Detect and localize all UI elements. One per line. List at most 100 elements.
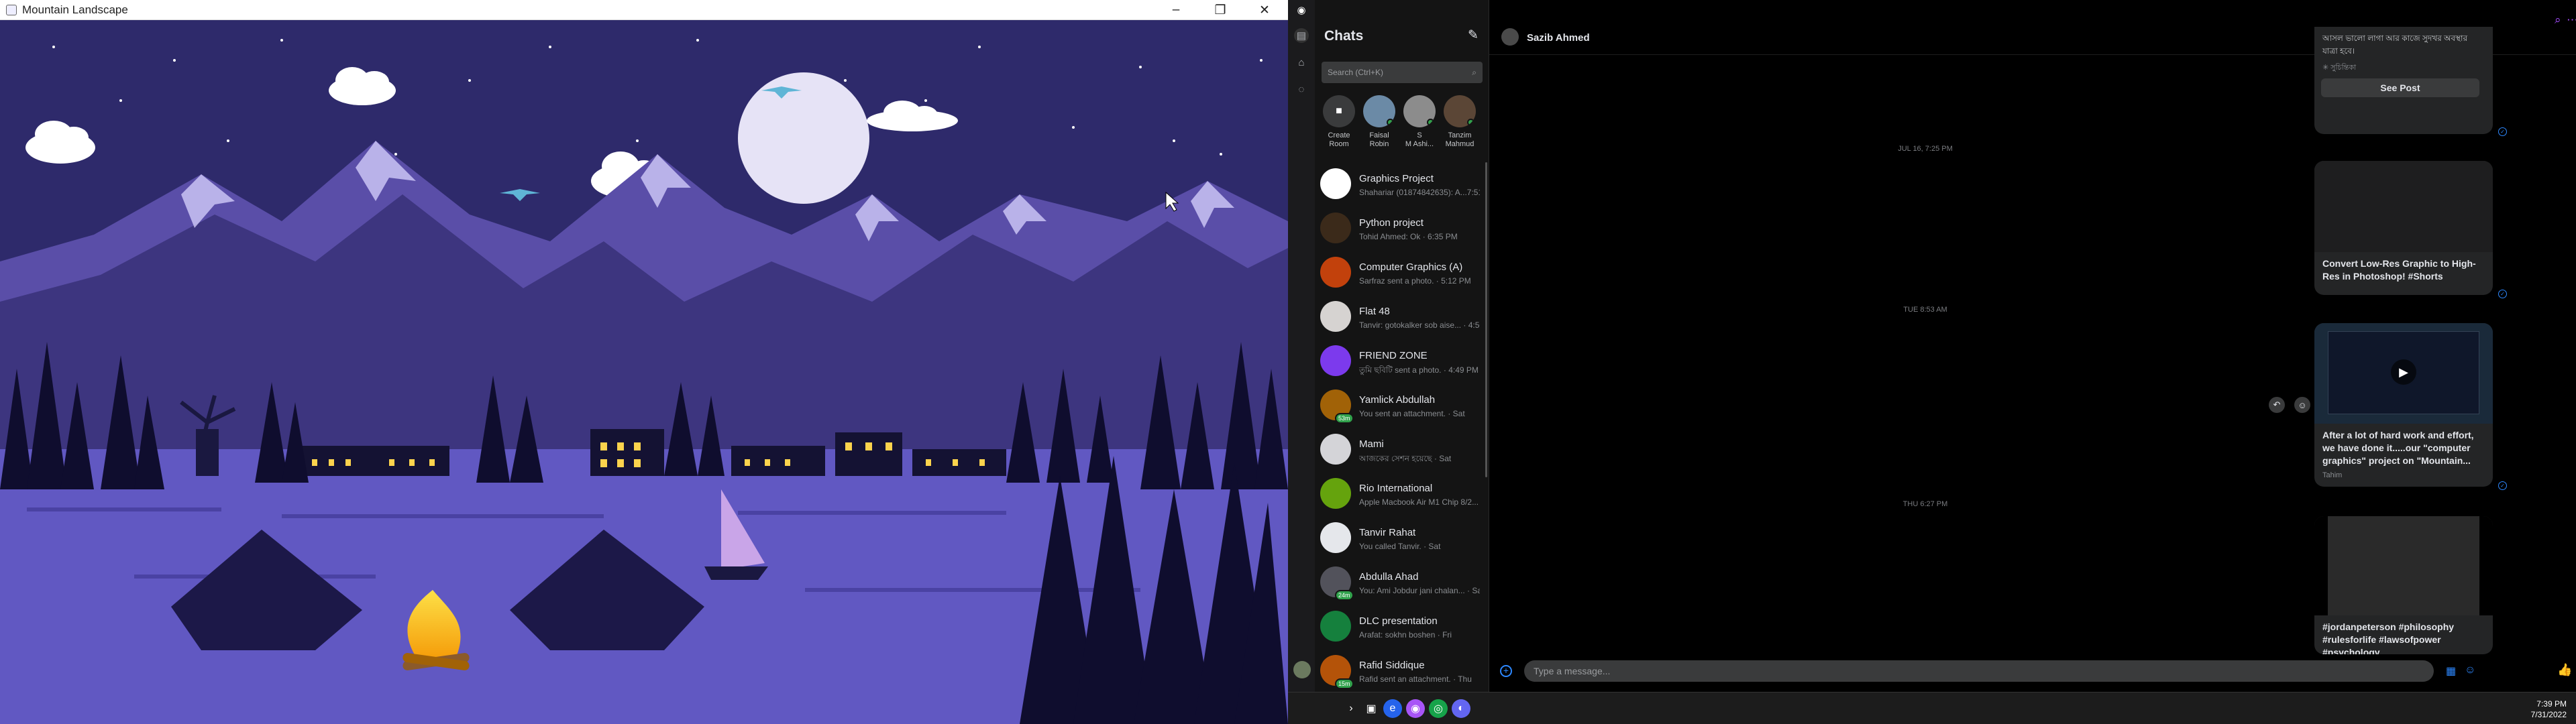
conversation-item[interactable]: DLC presentation Arafat: sokhn boshen · F… bbox=[1315, 605, 1488, 648]
clock[interactable]: 7:39 PM 7/31/2022 bbox=[2531, 699, 2567, 720]
mountain-landscape-window: Mountain Landscape – ❐ ✕ bbox=[0, 0, 1288, 724]
avatar bbox=[1444, 95, 1476, 127]
edge-browser-icon[interactable]: e bbox=[1383, 699, 1402, 718]
conversation-name: Tanvir Rahat bbox=[1359, 527, 1416, 538]
file-explorer-icon[interactable]: ▣ bbox=[1362, 699, 1381, 718]
discord-icon[interactable]: ◐ bbox=[1452, 699, 1470, 718]
video-message-bubble[interactable]: Convert Low-Res Graphic to High-Res in P… bbox=[2314, 161, 2493, 295]
conversation-item[interactable]: Computer Graphics (A) Sarfraz sent a phot… bbox=[1315, 251, 1488, 294]
clock-time: 7:39 PM bbox=[2536, 699, 2567, 709]
video-message-bubble[interactable]: #jordanpeterson #philosophy #rulesforlif… bbox=[2314, 516, 2493, 654]
scrollbar[interactable] bbox=[1485, 162, 1487, 477]
plus-icon[interactable]: + bbox=[1500, 665, 1512, 677]
conversation-preview: You: Ami Jobdur jani chalan... · Sat bbox=[1359, 586, 1480, 595]
conversation-item[interactable]: Abdulla Ahad You: Ami Jobdur jani chalan.… bbox=[1315, 560, 1488, 603]
sticker-icon[interactable]: ▦ bbox=[2446, 664, 2456, 678]
clock-date: 7/31/2022 bbox=[2530, 710, 2567, 719]
conversation-item[interactable]: Mami আজকের সেশন হয়েছে · Sat bbox=[1315, 428, 1488, 471]
avatar bbox=[1320, 478, 1351, 509]
messenger-app: ◉ ▤ ⌂ ◌ Chats ✎ ⌕ ■ Create Room Faisal R… bbox=[1288, 0, 2576, 724]
conversation-preview: Sarfraz sent a photo. · 5:12 PM bbox=[1359, 276, 1471, 286]
like-icon[interactable]: 👍 bbox=[2557, 663, 2572, 677]
conversation-item[interactable]: Yamlick Abdullah You sent an attachment. … bbox=[1315, 383, 1488, 426]
story-item[interactable]: Tanzim Mahmud bbox=[1444, 95, 1476, 149]
shared-post-bubble[interactable]: আসল ভালো লাগা আর কাজে সুদখর অবস্থার যাত্… bbox=[2314, 27, 2493, 134]
landscape-canvas bbox=[0, 20, 1288, 724]
person-thumbnail bbox=[2328, 516, 2479, 615]
conversation-name: Flat 48 bbox=[1359, 306, 1390, 317]
conversation-item[interactable]: Flat 48 Tanvir: gotokalker sob aise... · … bbox=[1315, 295, 1488, 338]
chrome-icon[interactable]: ◎ bbox=[1429, 699, 1448, 718]
conversation-name: FRIEND ZONE bbox=[1359, 350, 1428, 361]
avatar bbox=[1320, 345, 1351, 376]
minimize-button[interactable]: – bbox=[1155, 0, 1197, 20]
emoji-icon[interactable]: ☺ bbox=[2294, 397, 2310, 413]
taskbar: › ▣ e ◉ ◎ ◐ 7:39 PM 7/31/2022 bbox=[1288, 692, 2576, 724]
conversation-preview: Shahariar (01874842635): A...7:51 PM bbox=[1359, 188, 1480, 197]
moon bbox=[738, 72, 869, 204]
conversation-name: Computer Graphics (A) bbox=[1359, 261, 1463, 273]
conversation-item[interactable]: Graphics Project Shahariar (01874842635):… bbox=[1315, 162, 1488, 205]
chat-bubble-icon[interactable]: ◌ bbox=[1294, 82, 1309, 97]
video-caption: #jordanpeterson #philosophy #rulesforlif… bbox=[2322, 621, 2455, 654]
story-name: Tanzim Mahmud bbox=[1445, 131, 1474, 148]
story-name: S M Ashi... bbox=[1405, 131, 1434, 148]
story-create-room[interactable]: ■ Create Room bbox=[1323, 95, 1355, 149]
chats-title: Chats bbox=[1324, 28, 1364, 44]
conversation-preview: Rafid sent an attachment. · Thu bbox=[1359, 674, 1472, 684]
story-name: Create Room bbox=[1328, 131, 1350, 148]
conversation-preview: Arafat: sokhn boshen · Fri bbox=[1359, 630, 1452, 640]
my-avatar[interactable] bbox=[1293, 661, 1311, 678]
avatar[interactable] bbox=[1501, 28, 1519, 46]
close-button[interactable]: ✕ bbox=[1244, 0, 1285, 20]
emoji-icon[interactable]: ☺ bbox=[2465, 664, 2475, 676]
window-titlebar[interactable]: Mountain Landscape – ❐ ✕ bbox=[0, 0, 1288, 20]
active-stories: ■ Create Room Faisal Robin S M Ashi... T… bbox=[1315, 95, 1489, 157]
maximize-button[interactable]: ❐ bbox=[1199, 0, 1241, 20]
avatar bbox=[1320, 611, 1351, 642]
messenger-logo-icon: ◉ bbox=[1297, 5, 1306, 16]
conversation-item[interactable]: Tanvir Rahat You called Tanvir. · Sat bbox=[1315, 516, 1488, 559]
online-dot bbox=[1387, 119, 1394, 126]
see-post-button[interactable]: See Post bbox=[2321, 78, 2479, 97]
conversation-item[interactable]: Rio International Apple Macbook Air M1 Ch… bbox=[1315, 472, 1488, 515]
window-title: Mountain Landscape bbox=[22, 3, 128, 16]
contact-name[interactable]: Sazib Ahmed bbox=[1527, 32, 1590, 44]
conversation-item[interactable]: Python project Tohid Ahmed: Ok · 6:35 PM bbox=[1315, 206, 1488, 249]
play-icon[interactable]: ▶ bbox=[2391, 359, 2416, 385]
seen-icon: ✓ bbox=[2498, 290, 2507, 298]
conversation-item[interactable]: Rafid Siddique Rafid sent an attachment. … bbox=[1315, 649, 1488, 692]
nav-rail: ◉ ▤ ⌂ ◌ bbox=[1288, 0, 1315, 692]
chat-sidebar: Chats ✎ ⌕ ■ Create Room Faisal Robin S M… bbox=[1315, 0, 1489, 692]
conversation-item[interactable]: FRIEND ZONE তুমি ছবিটি sent a photo. · 4:… bbox=[1315, 339, 1488, 382]
message-input[interactable] bbox=[1524, 660, 2434, 682]
online-dot bbox=[1427, 119, 1434, 126]
video-caption: Convert Low-Res Graphic to High-Res in P… bbox=[2322, 258, 2476, 282]
search-bar[interactable]: ⌕ bbox=[1322, 62, 1483, 83]
timestamp: THU 6:27 PM bbox=[1902, 500, 1948, 508]
story-name: Faisal Robin bbox=[1369, 131, 1389, 148]
story-item[interactable]: S M Ashi... bbox=[1403, 95, 1436, 149]
avatar bbox=[1320, 434, 1351, 465]
online-dot bbox=[1467, 119, 1474, 126]
store-icon[interactable]: ⌂ bbox=[1294, 55, 1309, 70]
search-icon[interactable]: ⌕ bbox=[2555, 13, 2561, 27]
chevron-icon[interactable]: › bbox=[1342, 699, 1360, 718]
reply-icon[interactable]: ↶ bbox=[2269, 397, 2285, 413]
conversation-name: Yamlick Abdullah bbox=[1359, 394, 1436, 406]
more-icon[interactable]: ⋯ bbox=[2567, 13, 2576, 27]
avatar bbox=[1363, 95, 1395, 127]
conversation-preview: Tohid Ahmed: Ok · 6:35 PM bbox=[1359, 232, 1458, 241]
app-icon bbox=[6, 4, 17, 15]
chat-icon[interactable]: ▤ bbox=[1294, 28, 1309, 43]
conversation-name: Mami bbox=[1359, 438, 1384, 450]
seen-icon: ✓ bbox=[2498, 127, 2507, 136]
story-item[interactable]: Faisal Robin bbox=[1363, 95, 1395, 149]
conversation-preview: তুমি ছবিটি sent a photo. · 4:49 PM bbox=[1359, 365, 1479, 375]
search-input[interactable] bbox=[1328, 68, 1448, 77]
compose-icon[interactable]: ✎ bbox=[1468, 27, 1479, 43]
conversation-pane: Sazib Ahmed ⌕ ⋯ আসল ভালো লাগা আর কাজে সু… bbox=[1489, 0, 2576, 692]
messenger-taskbar-icon[interactable]: ◉ bbox=[1406, 699, 1425, 718]
avatar bbox=[1320, 522, 1351, 553]
shared-video-bubble[interactable]: ▶ After a lot of hard work and effort, w… bbox=[2314, 323, 2493, 487]
